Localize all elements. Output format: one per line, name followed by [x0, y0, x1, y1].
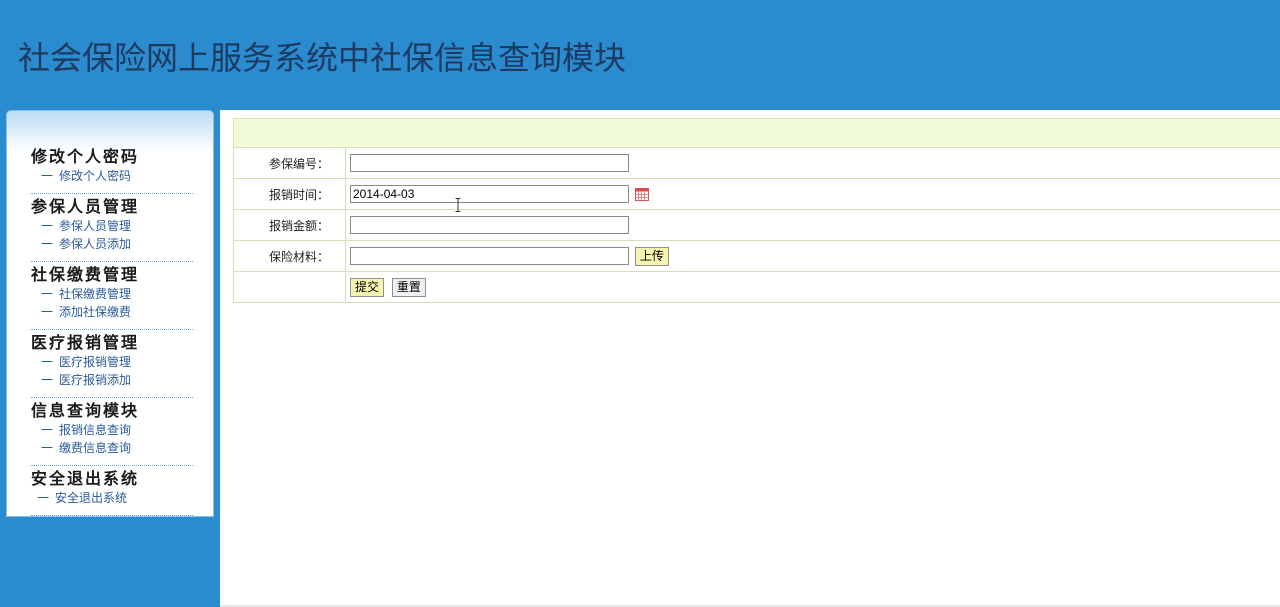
- menu-item-medical-manage[interactable]: 一医疗报销管理: [31, 353, 193, 371]
- dash-icon: 一: [41, 287, 54, 301]
- material-label: 保险材料：: [233, 240, 346, 272]
- dash-icon: 一: [41, 305, 54, 319]
- menu-item-label: 医疗报销管理: [59, 355, 132, 369]
- calendar-icon[interactable]: [634, 187, 649, 201]
- dash-icon: 一: [41, 169, 54, 183]
- form-row-claim-date: 报销时间：: [233, 178, 1280, 210]
- ibeam-cursor-icon: [455, 197, 461, 212]
- claim-amount-cell: [345, 209, 1280, 241]
- menu-item-insured-add[interactable]: 一参保人员添加: [31, 235, 193, 253]
- menu-group-query: 信息查询模块 一报销信息查询 一缴费信息查询: [31, 401, 193, 466]
- actions-cell: 提交 重置: [345, 271, 1280, 303]
- form-header-row: [233, 118, 1280, 148]
- material-input[interactable]: [350, 247, 629, 265]
- insured-no-input[interactable]: [350, 154, 629, 172]
- menu-item-label: 社保缴费管理: [59, 287, 132, 301]
- insured-no-label: 参保编号：: [233, 147, 346, 179]
- dash-icon: 一: [41, 373, 54, 387]
- menu-heading-payment: 社保缴费管理: [31, 265, 140, 284]
- menu-item-medical-add[interactable]: 一医疗报销添加: [31, 371, 193, 389]
- menu-item-label: 修改个人密码: [59, 169, 132, 183]
- menu-group-medical: 医疗报销管理 一医疗报销管理 一医疗报销添加: [31, 333, 193, 398]
- sidebar: 修改个人密码 一修改个人密码 参保人员管理 一参保人员管理 一参保人员添加 社保…: [6, 110, 214, 517]
- menu-item-label: 医疗报销添加: [59, 373, 132, 387]
- menu-item-logout[interactable]: 一安全退出系统: [31, 489, 193, 507]
- form-header-cell: [233, 118, 1280, 148]
- dash-icon: 一: [41, 219, 54, 233]
- menu-item-label: 报销信息查询: [59, 423, 132, 437]
- menu-item-label: 添加社保缴费: [59, 305, 132, 319]
- menu-item-change-password[interactable]: 一修改个人密码: [31, 167, 193, 185]
- claim-amount-input[interactable]: [350, 216, 629, 234]
- menu-item-label: 缴费信息查询: [59, 441, 132, 455]
- material-cell: 上传: [345, 240, 1280, 272]
- actions-label-cell: [233, 271, 346, 303]
- claim-date-input[interactable]: [350, 185, 629, 203]
- claim-date-label: 报销时间：: [233, 178, 346, 210]
- claim-date-cell: [345, 178, 1280, 210]
- dash-icon: 一: [37, 491, 50, 505]
- menu-heading-logout: 安全退出系统: [31, 469, 140, 488]
- menu-item-insured-manage[interactable]: 一参保人员管理: [31, 217, 193, 235]
- menu-heading-query: 信息查询模块: [31, 401, 140, 420]
- dash-icon: 一: [41, 355, 54, 369]
- upload-button[interactable]: 上传: [634, 246, 669, 266]
- menu-heading-medical: 医疗报销管理: [31, 333, 140, 352]
- menu-item-label: 安全退出系统: [55, 491, 128, 505]
- main-content: 参保编号： 报销时间： 2014-04-03 报销金额： 保险材料： 上传 提交…: [220, 110, 1280, 605]
- dash-icon: 一: [41, 423, 54, 437]
- menu-group-logout: 安全退出系统 一安全退出系统: [31, 469, 193, 516]
- menu-item-payment-manage[interactable]: 一社保缴费管理: [31, 285, 193, 303]
- claim-amount-label: 报销金额：: [233, 209, 346, 241]
- claim-form: 参保编号： 报销时间： 2014-04-03 报销金额： 保险材料： 上传 提交…: [233, 118, 1280, 303]
- menu-item-payment-query[interactable]: 一缴费信息查询: [31, 439, 193, 457]
- header: 社会保险网上服务系统中社保信息查询模块: [0, 0, 1280, 110]
- form-row-insured-no: 参保编号：: [233, 147, 1280, 179]
- menu-item-label: 参保人员添加: [59, 237, 132, 251]
- app-title: 社会保险网上服务系统中社保信息查询模块: [18, 39, 627, 77]
- submit-button[interactable]: 提交: [350, 277, 385, 297]
- reset-button[interactable]: 重置: [391, 277, 426, 297]
- menu-item-payment-add[interactable]: 一添加社保缴费: [31, 303, 193, 321]
- form-row-material: 保险材料： 上传: [233, 240, 1280, 272]
- insured-no-cell: [345, 147, 1280, 179]
- form-row-actions: 提交 重置: [233, 271, 1280, 303]
- dash-icon: 一: [41, 237, 54, 251]
- form-row-claim-amount: 报销金额：: [233, 209, 1280, 241]
- dash-icon: 一: [41, 441, 54, 455]
- menu-group-insured: 参保人员管理 一参保人员管理 一参保人员添加: [31, 197, 193, 262]
- menu-group-password: 修改个人密码 一修改个人密码: [31, 147, 193, 194]
- menu-heading-insured: 参保人员管理: [31, 197, 140, 216]
- menu-group-payment: 社保缴费管理 一社保缴费管理 一添加社保缴费: [31, 265, 193, 330]
- menu-heading-password: 修改个人密码: [31, 147, 140, 166]
- menu-item-label: 参保人员管理: [59, 219, 132, 233]
- menu-item-claim-query[interactable]: 一报销信息查询: [31, 421, 193, 439]
